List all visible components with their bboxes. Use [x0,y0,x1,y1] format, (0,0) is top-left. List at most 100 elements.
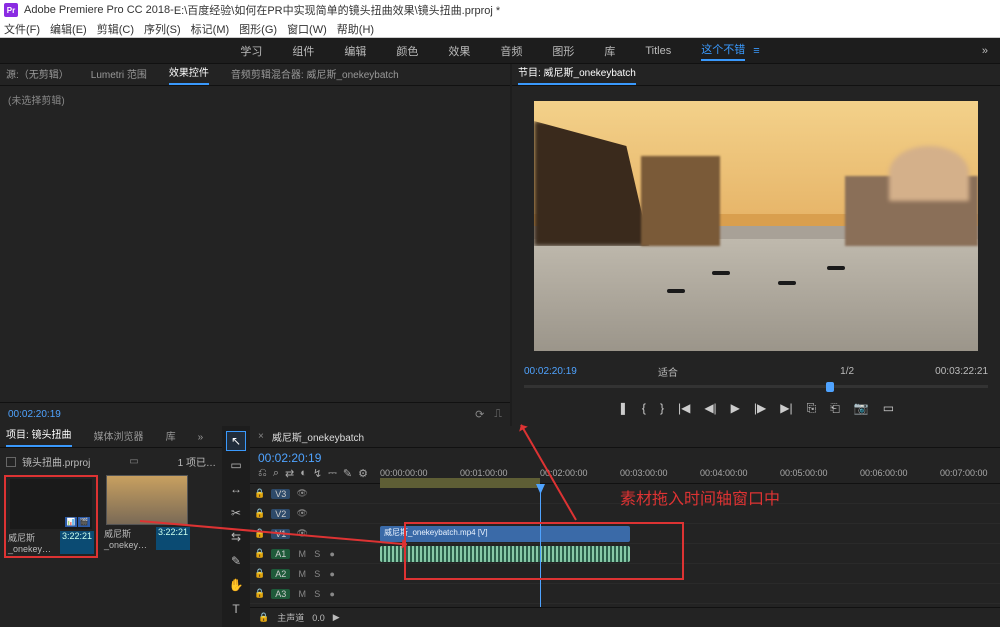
play-button[interactable]: ▶ [731,401,740,415]
ws-more-icon[interactable]: » [982,45,988,57]
tab-project[interactable]: 项目: 镜头扭曲 [6,426,72,447]
ws-audio[interactable]: 音频 [500,43,522,59]
tab-libraries[interactable]: 库 [166,428,176,447]
video-preview [534,101,978,351]
project-item-2[interactable]: 威尼斯_onekey…3:22:21 [104,475,190,558]
program-scrubber[interactable] [524,380,988,394]
menu-clip[interactable]: 剪辑(C) [97,21,134,37]
tab-effect-controls[interactable]: 效果控件 [169,64,209,85]
titlebar: Pr Adobe Premiere Pro CC 2018 - E:\百度经验\… [0,0,1000,20]
app-icon: Pr [4,3,18,17]
linked-toggle[interactable]: ⌕ [273,467,279,480]
ws-assembly[interactable]: 组件 [292,43,314,59]
lock-icon[interactable]: 🔒 [254,528,265,539]
menubar: 文件(F) 编辑(E) 剪辑(C) 序列(S) 标记(M) 图形(G) 窗口(W… [0,20,1000,38]
ws-color[interactable]: 颜色 [396,43,418,59]
lift-button[interactable]: ⎘ [807,401,817,416]
ws-learn[interactable]: 学习 [240,43,262,59]
filter-checkbox[interactable] [6,457,16,467]
ws-titles[interactable]: Titles [645,45,671,57]
timeline-timecode[interactable]: 00:02:20:19 [258,451,372,465]
resolution-half[interactable]: 1/2 [840,366,854,377]
lock-icon[interactable]: 🔒 [254,488,265,499]
sequence-name[interactable]: 威尼斯_onekeybatch [272,429,364,444]
playhead[interactable] [540,484,541,607]
tab-lumetri[interactable]: Lumetri 范围 [91,66,147,85]
mark-out-button[interactable]: } [660,401,664,415]
menu-sequence[interactable]: 序列(S) [144,21,181,37]
playhead-thumb[interactable] [826,382,834,392]
tl-icon-3[interactable]: ◐ [300,467,307,480]
timeline-panel: × 威尼斯_onekeybatch 00:02:20:19 ⎌ ⌕ ⇄ ◐ ↯ … [250,426,1000,627]
lock-icon[interactable]: 🔒 [254,548,265,559]
menu-graphic[interactable]: 图形(G) [239,21,277,37]
step-forward-button[interactable]: |▶ [754,401,766,415]
snap-toggle[interactable]: ⎌ [258,467,267,480]
ws-custom[interactable]: 这个不错 [701,41,745,61]
ws-effects[interactable]: 效果 [448,43,470,59]
program-duration: 00:03:22:21 [935,366,988,377]
menu-file[interactable]: 文件(F) [4,21,40,37]
razor-tool[interactable]: ✂ [227,504,245,522]
slip-tool[interactable]: ⇆ [227,528,245,546]
project-name: 镜头扭曲.prproj [22,454,90,469]
src-loop-icon[interactable]: ⟳ [475,408,484,421]
lock-icon[interactable]: 🔒 [254,588,265,599]
tools-panel: ↖ ▭ ↔ ✂ ⇆ ✎ ✋ T [224,426,248,627]
document-path: E:\百度经验\如何在PR中实现简单的镜头扭曲效果\镜头扭曲.prproj * [174,2,500,18]
program-monitor[interactable] [516,90,996,362]
tl-icon-6[interactable]: ✎ [343,467,352,480]
tab-program[interactable]: 节目: 威尼斯_onekeybatch [518,64,636,85]
menu-marker[interactable]: 标记(M) [191,21,230,37]
menu-edit[interactable]: 编辑(E) [50,21,87,37]
project-panel: 项目: 镜头扭曲 媒体浏览器 库 » 镜头扭曲.prproj ▭ 1 项已… [0,426,222,627]
program-timecode[interactable]: 00:02:20:19 [524,366,577,377]
menu-window[interactable]: 窗口(W) [287,21,327,37]
tl-icon-5[interactable]: ⎓ [328,467,337,480]
tl-icon-4[interactable]: ↯ [313,467,322,480]
go-to-in-button[interactable]: |◀ [678,401,690,415]
selection-tool[interactable]: ↖ [227,432,245,450]
extract-button[interactable]: ⎗ [830,401,840,416]
audio-clip[interactable] [380,546,630,562]
tab-source[interactable]: 源:（无剪辑） [6,66,69,85]
tracks-area[interactable]: 威尼斯_onekeybatch.mp4 [V] [380,484,1000,607]
lock-icon[interactable]: 🔒 [254,508,265,519]
step-back-button[interactable]: ◀| [704,401,716,415]
menu-help[interactable]: 帮助(H) [337,21,374,37]
playback-controls: ❚ { } |◀ ◀| ▶ |▶ ▶| ⎘ ⎗ 📷 ▭ [516,394,996,422]
source-timecode[interactable]: 00:02:20:19 [8,409,61,420]
ws-library[interactable]: 库 [604,43,615,59]
master-label: 主声道 [277,611,304,624]
track-select-tool[interactable]: ▭ [227,456,245,474]
export-frame-button[interactable]: 📷 [854,401,869,415]
workspace-tabs: 学习 组件 编辑 颜色 效果 音频 图形 库 Titles 这个不错 ≡ » [0,38,1000,64]
tab-audio-mixer[interactable]: 音频剪辑混合器: 威尼斯_onekeybatch [231,66,399,85]
pen-tool[interactable]: ✎ [227,552,245,570]
video-clip[interactable]: 威尼斯_onekeybatch.mp4 [V] [380,526,630,542]
zoom-fit[interactable]: 适合 [658,364,678,379]
tab-more[interactable]: » [198,432,204,447]
item-count: 1 项已… [178,454,216,469]
lock-icon[interactable]: 🔒 [258,612,269,623]
type-tool[interactable]: T [227,600,245,618]
ripple-edit-tool[interactable]: ↔ [227,480,245,498]
ws-graphic[interactable]: 图形 [552,43,574,59]
mark-in-button[interactable]: { [642,401,646,415]
no-clip-text: (未选择剪辑) [0,86,510,113]
marker-icon[interactable]: ❚ [618,401,628,415]
lock-icon[interactable]: 🔒 [254,568,265,579]
src-wrench-icon[interactable]: ⎍ [494,408,502,421]
app-title: Adobe Premiere Pro CC 2018 [24,4,170,16]
project-item-1[interactable]: 📊🎬 威尼斯_onekey…3:22:21 [4,475,98,558]
marker-toggle[interactable]: ⇄ [285,467,294,480]
program-panel: 节目: 威尼斯_onekeybatch 00:02:20:19 适合 [512,64,1000,426]
comparison-button[interactable]: ▭ [883,401,894,415]
settings-icon[interactable]: ⚙ [358,467,368,480]
go-to-out-button[interactable]: ▶| [780,401,792,415]
new-bin-icon[interactable]: ▭ [129,456,138,467]
ws-hamburger-icon[interactable]: ≡ [753,45,759,57]
tab-media-browser[interactable]: 媒体浏览器 [94,428,144,447]
hand-tool[interactable]: ✋ [227,576,245,594]
ws-edit[interactable]: 编辑 [344,43,366,59]
